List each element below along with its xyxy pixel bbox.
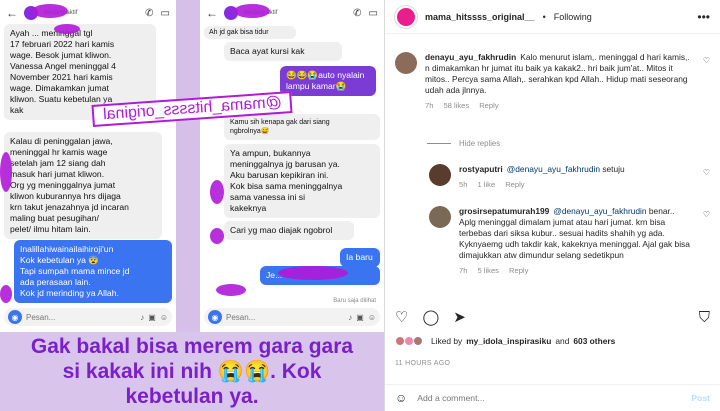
comment-likes[interactable]: 5 likes: [477, 265, 499, 276]
hide-replies-label: Hide replies: [459, 139, 501, 148]
media-divider: [176, 0, 200, 332]
liked-by-prefix: Liked by: [431, 336, 463, 346]
back-arrow-icon: ←: [206, 6, 218, 20]
add-comment-bar: ☺ Post: [385, 384, 720, 411]
heart-icon[interactable]: ♡: [395, 308, 408, 326]
mic-icon: ♪: [140, 312, 145, 322]
comment-input[interactable]: [417, 393, 682, 403]
redaction-scribble: [32, 4, 68, 18]
commenter-username[interactable]: grosirsepatumurah199: [459, 206, 549, 216]
chat-bubble: Cari yg mao diajak ngobrol: [224, 221, 354, 240]
comment-icon[interactable]: ◯: [422, 308, 439, 326]
chat-bubble: Baca ayat kursi kak: [224, 42, 342, 61]
commenter-username[interactable]: denayu_ayu_fakhrudin: [425, 52, 516, 62]
comment-likes[interactable]: 1 like: [477, 179, 495, 190]
emoji-icon[interactable]: ☺: [395, 391, 407, 405]
post-media[interactable]: ← Sedang aktif ✆ ▭ Ayah ... meninggal tg…: [0, 0, 384, 411]
chat-screenshot-right: ← Sedang aktif ✆ ▭ Ah jd gak bisa tidur …: [200, 0, 384, 332]
message-composer: ◉ Pesan... ♪ ▣ ☺: [204, 308, 380, 326]
divider-line: [427, 143, 451, 144]
liked-by-user[interactable]: my_idola_inspirasiku: [466, 336, 551, 346]
reply-button[interactable]: Reply: [505, 179, 524, 190]
chat-bubble: Inalillahiwainailaihiroji'un Kok kebetul…: [14, 240, 172, 303]
commenter-avatar[interactable]: [429, 164, 451, 186]
comment-mention[interactable]: @denayu_ayu_fakhrudin: [553, 206, 646, 216]
bookmark-icon[interactable]: ⛉: [699, 309, 710, 326]
comment-time: 7h: [459, 266, 468, 275]
comment-likes[interactable]: 58 likes: [443, 100, 469, 111]
chat-header: ← Sedang aktif ✆ ▭: [200, 0, 384, 26]
chat-header: ← Sedang aktif ✆ ▭: [0, 0, 176, 26]
gallery-icon: ▣: [356, 312, 364, 322]
comment-time: 7h: [425, 101, 434, 110]
chat-bubble: Kalau di peninggalan jawa, meninggal hr …: [4, 132, 162, 239]
chat-bubble: Kamu sih kenapa gak dari siang ngbrolnya…: [224, 114, 380, 140]
camera-icon: ◉: [208, 310, 222, 324]
reply-button[interactable]: Reply: [509, 265, 528, 276]
comment-reply: grosirsepatumurah199 @denayu_ayu_fakhrudi…: [429, 206, 710, 276]
phone-icon: ✆: [145, 7, 154, 19]
author-username[interactable]: mama_hitssss_original__: [425, 12, 535, 22]
liker-avatar: [413, 336, 423, 346]
following-button[interactable]: Following: [554, 12, 592, 22]
commenter-username[interactable]: rostyaputri: [459, 164, 503, 174]
share-icon[interactable]: ➤: [453, 308, 466, 326]
redaction-scribble: [0, 285, 12, 303]
instagram-post-view: ← Sedang aktif ✆ ▭ Ayah ... meninggal tg…: [0, 0, 720, 411]
message-composer: ◉ Pesan... ♪ ▣ ☺: [4, 308, 172, 326]
redaction-scribble: [0, 152, 12, 192]
comment-text: setuju: [600, 164, 625, 174]
liked-by-others[interactable]: 603 others: [573, 336, 615, 346]
redaction-scribble: [278, 266, 348, 280]
likes-summary: Liked by my_idola_inspirasiku and 603 ot…: [395, 336, 710, 346]
post-comment-button[interactable]: Post: [691, 393, 710, 403]
redaction-scribble: [216, 284, 246, 296]
back-arrow-icon: ←: [6, 6, 18, 20]
reply-button[interactable]: Reply: [479, 100, 498, 111]
video-icon: ▭: [160, 7, 170, 19]
post-actions: ♡ ◯ ➤ ⛉: [395, 306, 710, 328]
chat-bubble: 😂😂😭auto nyalain lampu kamar😭: [280, 66, 376, 96]
seen-label: Baru saja dilihat: [333, 298, 376, 304]
commenter-avatar[interactable]: [395, 52, 417, 74]
comment-mention[interactable]: @denayu_ayu_fakhrudin: [507, 164, 600, 174]
heart-icon[interactable]: ♡: [703, 164, 710, 190]
phone-icon: ✆: [353, 7, 362, 19]
author-avatar[interactable]: [395, 5, 417, 28]
mic-icon: ♪: [348, 312, 353, 322]
post-header: mama_hitssss_original__ • Following •••: [385, 0, 720, 34]
comment-reply: rostyaputri @denayu_ayu_fakhrudin setuju …: [429, 164, 710, 190]
chat-bubble: Ya ampun, bukannya meninggalnya jg barus…: [224, 144, 380, 218]
redaction-scribble: [210, 180, 224, 204]
more-horizontal-icon[interactable]: •••: [697, 10, 710, 24]
commenter-avatar[interactable]: [429, 206, 451, 228]
hide-replies-toggle[interactable]: Hide replies: [427, 139, 500, 148]
composer-placeholder: Pesan...: [226, 312, 256, 322]
composer-placeholder: Pesan...: [26, 312, 56, 322]
redaction-scribble: [210, 228, 224, 244]
redaction-scribble: [234, 4, 270, 18]
post-time-ago[interactable]: 11 HOURS AGO: [395, 360, 450, 367]
comments-list: denayu_ayu_fakhrudin Kalo menurut islam,.…: [385, 44, 720, 299]
sticker-icon: ☺: [367, 312, 376, 322]
separator-dot: •: [542, 11, 546, 22]
post-side-panel: mama_hitssss_original__ • Following ••• …: [384, 0, 720, 411]
chat-bubble: Ia baru: [340, 248, 380, 267]
redaction-scribble: [54, 24, 80, 34]
comment-time: 5h: [459, 180, 468, 189]
heart-icon[interactable]: ♡: [703, 52, 710, 111]
video-icon: ▭: [368, 7, 378, 19]
camera-icon: ◉: [8, 310, 22, 324]
comment-item: denayu_ayu_fakhrudin Kalo menurut islam,.…: [395, 52, 710, 111]
liked-by-middle: and: [555, 336, 570, 346]
sticker-icon: ☺: [159, 312, 168, 322]
chat-screenshot-left: ← Sedang aktif ✆ ▭ Ayah ... meninggal tg…: [0, 0, 176, 332]
chat-bubble: Ah jd gak bisa tidur: [204, 26, 296, 39]
media-caption: Gak bakal bisa merem gara gara si kakak …: [0, 332, 384, 411]
heart-icon[interactable]: ♡: [703, 206, 710, 276]
gallery-icon: ▣: [148, 312, 156, 322]
